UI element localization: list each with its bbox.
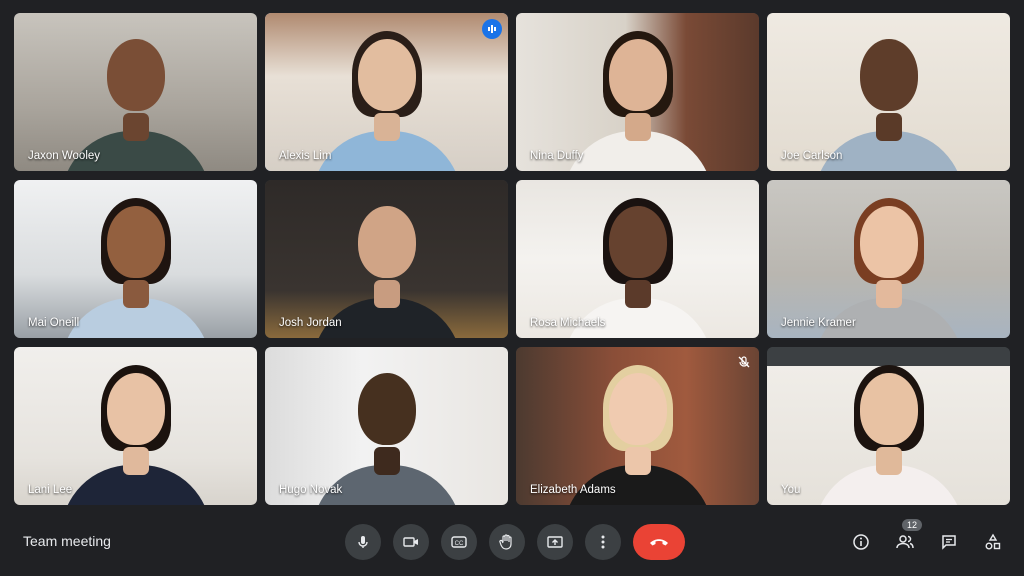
- participant-video: [767, 13, 1010, 171]
- participant-name: Joe Carlson: [781, 150, 843, 162]
- participant-name: You: [781, 484, 801, 496]
- present-icon: [547, 536, 563, 548]
- video-tile[interactable]: Joe Carlson: [767, 13, 1010, 171]
- more-options-icon: [601, 535, 605, 549]
- video-tile[interactable]: Lani Lee: [14, 347, 257, 505]
- speaking-indicator-icon: [482, 19, 502, 39]
- video-tile[interactable]: Elizabeth Adams: [516, 347, 759, 505]
- participant-name: Rosa Michaels: [530, 317, 606, 329]
- right-toolbar: 12: [846, 519, 1008, 556]
- captions-button[interactable]: CC: [441, 524, 477, 560]
- participant-video: [14, 347, 257, 505]
- participant-video: [265, 13, 508, 171]
- present-button[interactable]: [537, 524, 573, 560]
- microphone-button[interactable]: [345, 524, 381, 560]
- video-tile[interactable]: Alexis Lim: [265, 13, 508, 171]
- meeting-control-bar: Team meeting CC 12: [0, 512, 1024, 576]
- video-grid: Jaxon Wooley Alexis Lim Nina Duffy Joe C…: [14, 13, 1010, 505]
- people-count-badge: 12: [902, 519, 923, 531]
- more-options-button[interactable]: [585, 524, 621, 560]
- participant-video: [767, 347, 1010, 505]
- participant-video: [516, 13, 759, 171]
- meeting-details-button[interactable]: [846, 528, 876, 556]
- participant-name: Alexis Lim: [279, 150, 332, 162]
- chat-icon: [942, 535, 956, 550]
- meeting-title: Team meeting: [23, 533, 111, 549]
- participant-video: [14, 180, 257, 338]
- raise-hand-button[interactable]: [489, 524, 525, 560]
- camera-button[interactable]: [393, 524, 429, 560]
- video-tile[interactable]: Jaxon Wooley: [14, 13, 257, 171]
- activities-button[interactable]: [978, 528, 1008, 556]
- end-call-icon: [650, 539, 668, 546]
- participant-video: [265, 180, 508, 338]
- chat-button[interactable]: [934, 528, 964, 556]
- video-tile[interactable]: Jennie Kramer: [767, 180, 1010, 338]
- participant-name: Jaxon Wooley: [28, 150, 101, 162]
- video-tile[interactable]: Josh Jordan: [265, 180, 508, 338]
- video-tile-self[interactable]: You: [767, 347, 1010, 505]
- people-button[interactable]: 12: [890, 519, 923, 556]
- camera-icon: [403, 537, 418, 547]
- participant-video: [767, 180, 1010, 338]
- participant-video: [14, 13, 257, 171]
- participant-name: Nina Duffy: [530, 150, 584, 162]
- info-icon: [853, 534, 869, 550]
- participant-video: [516, 347, 759, 505]
- participant-name: Hugo Novak: [279, 484, 343, 496]
- participant-name: Lani Lee: [28, 484, 73, 496]
- end-call-button[interactable]: [633, 524, 685, 560]
- participant-name: Elizabeth Adams: [530, 484, 616, 496]
- microphone-icon: [358, 536, 368, 548]
- raise-hand-icon: [499, 534, 512, 550]
- participant-video: [265, 347, 508, 505]
- video-tile[interactable]: Hugo Novak: [265, 347, 508, 505]
- captions-icon: CC: [451, 536, 467, 548]
- mic-muted-icon: [737, 355, 751, 369]
- video-tile[interactable]: Mai Oneill: [14, 180, 257, 338]
- participant-name: Josh Jordan: [279, 317, 342, 329]
- participant-name: Jennie Kramer: [781, 317, 856, 329]
- call-controls: CC: [345, 524, 685, 560]
- activities-icon: [985, 533, 1001, 550]
- participant-name: Mai Oneill: [28, 317, 80, 329]
- people-icon: [896, 535, 914, 549]
- video-tile[interactable]: Rosa Michaels: [516, 180, 759, 338]
- participant-video: [516, 180, 759, 338]
- svg-text:CC: CC: [455, 541, 464, 547]
- video-tile[interactable]: Nina Duffy: [516, 13, 759, 171]
